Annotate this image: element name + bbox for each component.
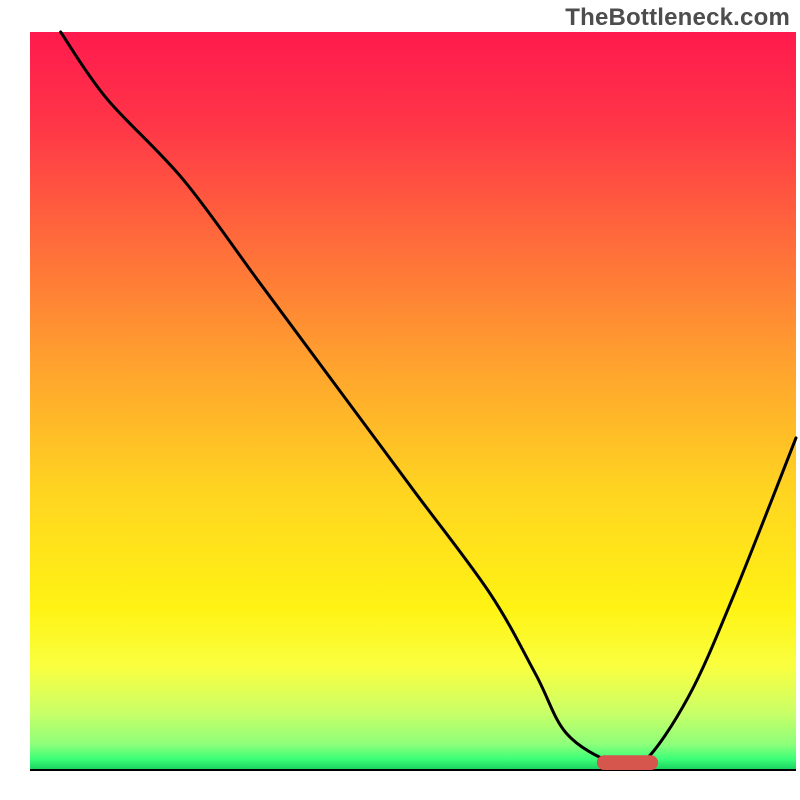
watermark: TheBottleneck.com	[565, 4, 790, 32]
gradient-background	[30, 32, 796, 770]
plot-area	[30, 32, 796, 770]
bottleneck-chart	[0, 0, 800, 800]
optimal-marker	[597, 755, 658, 770]
chart-container: TheBottleneck.com	[0, 0, 800, 800]
